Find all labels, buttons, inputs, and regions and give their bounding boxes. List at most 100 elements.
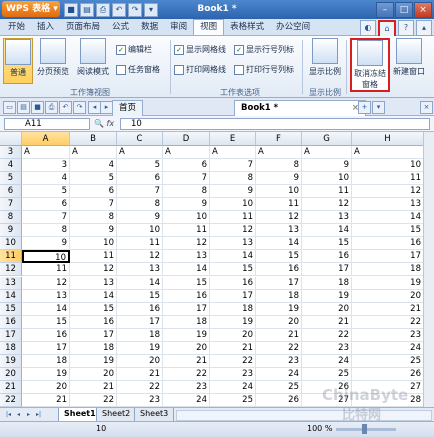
table-cell[interactable]: 7 (210, 159, 256, 173)
table-cell[interactable]: 24 (163, 393, 210, 407)
show-gridlines-toggle[interactable]: ✓ 显示网格线 (174, 44, 226, 55)
table-cell[interactable]: 16 (302, 250, 352, 264)
column-header-g[interactable]: G (302, 132, 352, 146)
save-icon[interactable]: ■ (64, 3, 78, 17)
column-header-e[interactable]: E (210, 132, 256, 146)
table-cell[interactable]: 8 (163, 185, 210, 199)
table-cell[interactable]: 14 (22, 302, 70, 316)
prev-sheet-icon[interactable]: ◂ (14, 410, 23, 419)
table-cell[interactable]: 20 (163, 341, 210, 355)
customize-icon[interactable]: ▾ (144, 3, 158, 17)
table-cell[interactable]: 24 (210, 380, 256, 394)
column-header-a[interactable]: A (22, 132, 70, 146)
table-cell[interactable]: 18 (163, 315, 210, 329)
table-cell[interactable]: 20 (256, 315, 302, 329)
table-cell[interactable]: 12 (117, 250, 163, 264)
table-cell[interactable]: 6 (117, 172, 163, 186)
table-cell[interactable]: 9 (256, 172, 302, 186)
table-cell[interactable]: 17 (210, 289, 256, 303)
table-cell[interactable]: 20 (352, 289, 424, 303)
fx-icon[interactable]: fx (107, 119, 115, 128)
table-cell[interactable]: 10 (256, 185, 302, 199)
first-sheet-icon[interactable]: |◂ (4, 410, 13, 419)
table-cell[interactable]: 24 (256, 367, 302, 381)
table-cell[interactable]: 19 (22, 367, 70, 381)
help-icon[interactable]: ? (398, 20, 414, 36)
table-cell[interactable]: 11 (117, 237, 163, 251)
table-cell[interactable]: 6 (163, 159, 210, 173)
table-cell[interactable]: A (352, 146, 424, 160)
table-cell[interactable]: 20 (210, 328, 256, 342)
table-cell[interactable]: 8 (256, 159, 302, 173)
table-cell[interactable]: 11 (210, 211, 256, 225)
column-header-c[interactable]: C (117, 132, 163, 146)
table-cell[interactable]: 11 (256, 198, 302, 212)
table-cell[interactable]: 15 (70, 302, 117, 316)
table-cell[interactable]: 11 (302, 185, 352, 199)
table-cell[interactable]: 6 (70, 185, 117, 199)
maximize-icon[interactable]: □ (395, 2, 413, 18)
table-cell[interactable]: 21 (117, 367, 163, 381)
table-cell[interactable]: A (117, 146, 163, 160)
table-cell[interactable]: 18 (22, 354, 70, 368)
row-header[interactable]: 21 (0, 380, 22, 394)
table-cell[interactable]: 12 (163, 237, 210, 251)
table-cell[interactable]: 10 (163, 211, 210, 225)
sheet-tab-2[interactable]: Sheet2 (96, 408, 137, 422)
table-cell[interactable]: 21 (302, 315, 352, 329)
row-header[interactable]: 8 (0, 211, 22, 225)
table-cell[interactable]: 22 (163, 367, 210, 381)
row-header[interactable]: 18 (0, 341, 22, 355)
taskpane-toggle[interactable]: 任务窗格 (116, 64, 160, 75)
table-cell[interactable]: 9 (22, 237, 70, 251)
table-cell[interactable]: 23 (163, 380, 210, 394)
table-cell[interactable]: 15 (302, 237, 352, 251)
close-icon[interactable]: × (414, 2, 432, 18)
row-header[interactable]: 10 (0, 237, 22, 251)
table-cell[interactable]: 23 (256, 354, 302, 368)
table-cell[interactable]: 16 (70, 315, 117, 329)
table-cell[interactable]: 11 (70, 250, 117, 264)
table-cell[interactable]: 12 (210, 224, 256, 238)
table-cell[interactable]: 21 (210, 341, 256, 355)
table-cell[interactable]: 20 (117, 354, 163, 368)
table-cell[interactable]: 16 (163, 289, 210, 303)
table-cell[interactable]: 9 (210, 185, 256, 199)
table-cell[interactable]: 21 (70, 380, 117, 394)
row-header[interactable]: 9 (0, 224, 22, 238)
table-cell[interactable]: 14 (256, 237, 302, 251)
table-cell[interactable]: A (302, 146, 352, 160)
table-cell[interactable]: 9 (163, 198, 210, 212)
cancel-freeze-panes-button[interactable]: 取消冻结窗格 (350, 38, 390, 92)
table-cell[interactable]: 5 (70, 172, 117, 186)
table-cell[interactable]: 16 (210, 276, 256, 290)
table-cell[interactable]: 18 (352, 263, 424, 277)
normal-view-button[interactable]: 普通 (3, 38, 33, 84)
tab-dropdown-icon[interactable]: ▾ (372, 101, 385, 114)
table-cell[interactable]: 5 (117, 159, 163, 173)
table-cell[interactable]: 7 (117, 185, 163, 199)
undo-icon[interactable]: ↶ (112, 3, 126, 17)
add-tab-icon[interactable]: + (358, 101, 371, 114)
table-cell[interactable]: 25 (352, 354, 424, 368)
tab-home[interactable]: 开始 (2, 20, 31, 35)
table-cell[interactable]: 14 (210, 250, 256, 264)
row-header[interactable]: 11 (0, 250, 22, 264)
table-cell[interactable]: 10 (352, 159, 424, 173)
table-cell[interactable]: 13 (256, 224, 302, 238)
table-cell[interactable]: 7 (70, 198, 117, 212)
row-header[interactable]: 22 (0, 393, 22, 407)
table-cell[interactable]: 3 (22, 159, 70, 173)
table-cell[interactable]: 24 (352, 341, 424, 355)
table-cell[interactable]: 21 (22, 393, 70, 407)
table-cell[interactable]: A (70, 146, 117, 160)
tab-table-style[interactable]: 表格样式 (224, 20, 270, 35)
table-cell[interactable]: 19 (256, 302, 302, 316)
select-all-corner[interactable] (0, 132, 22, 146)
table-cell[interactable]: 10 (210, 198, 256, 212)
table-cell[interactable]: 22 (302, 328, 352, 342)
horizontal-scrollbar[interactable] (176, 410, 432, 421)
table-cell[interactable]: 25 (210, 393, 256, 407)
table-cell[interactable]: 19 (70, 354, 117, 368)
app-menu-button[interactable]: WPS 表格 ▾ (2, 1, 60, 17)
